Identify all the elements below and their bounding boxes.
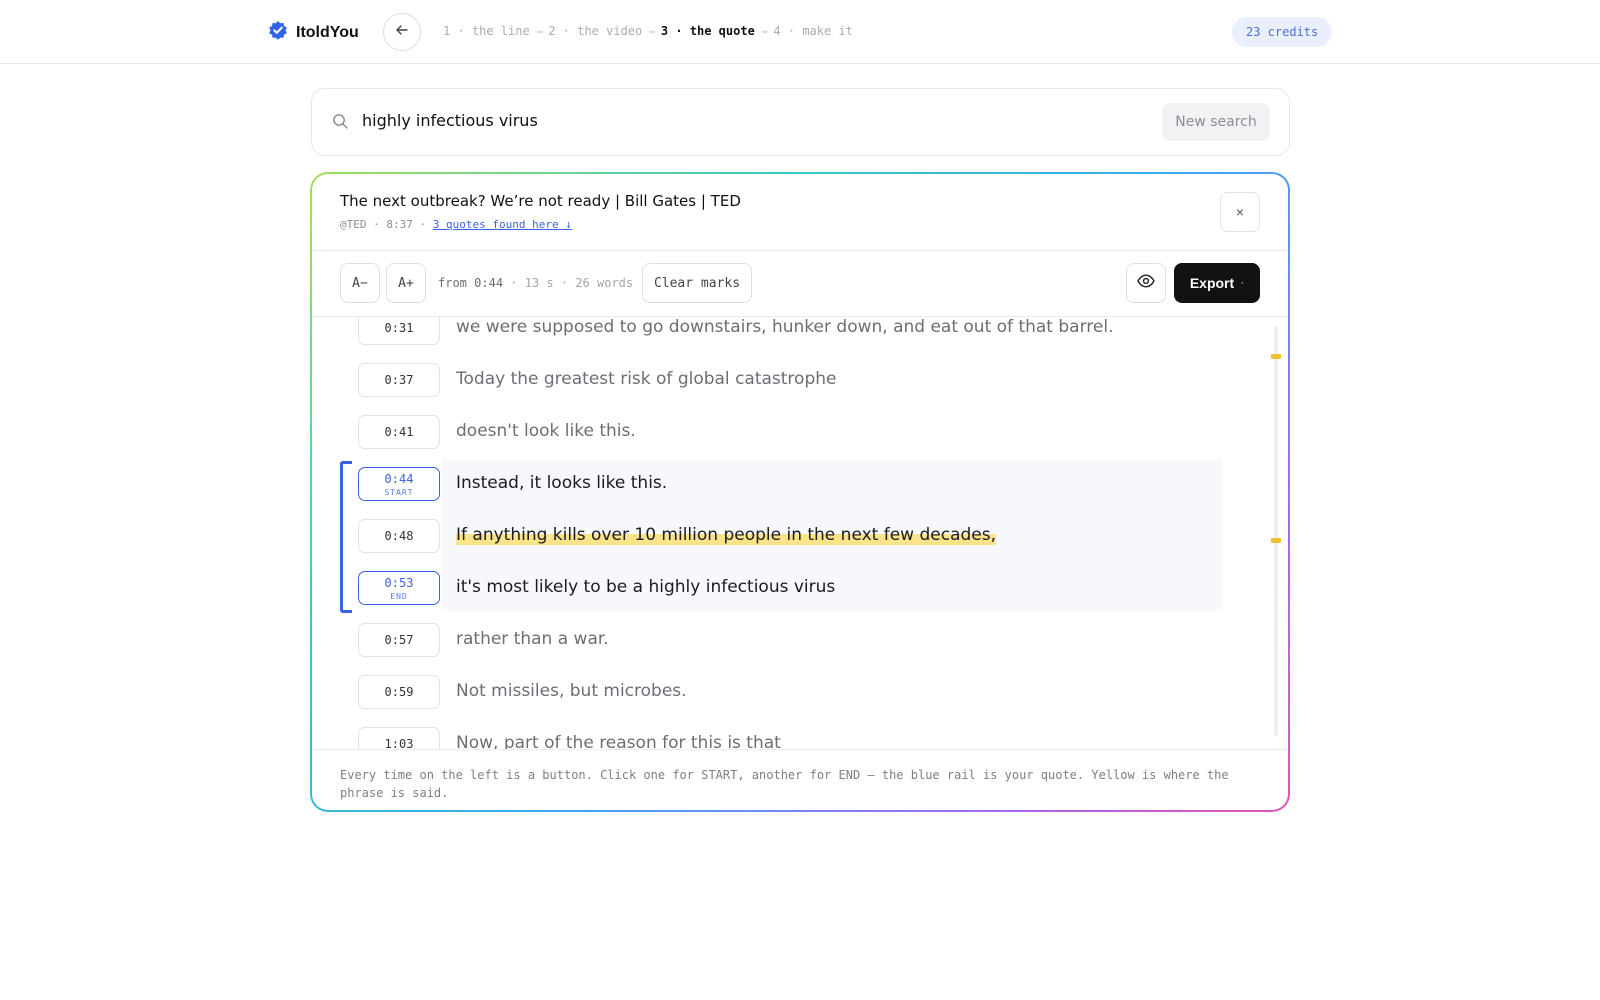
verified-badge-icon <box>268 20 288 45</box>
clear-marks-button[interactable]: Clear marks <box>642 263 752 303</box>
arrow-right-icon: → <box>760 24 768 38</box>
step-breadcrumb: 1 · the line → 2 · the video → 3 · the q… <box>443 24 853 38</box>
transcript-row: 0:53 END it's most likely to be a highly… <box>312 563 1288 615</box>
eye-icon <box>1137 273 1155 293</box>
arrow-right-icon: → <box>648 24 655 38</box>
timestamp-label: 1:03 <box>384 737 414 749</box>
video-meta: @TED · 8:37 · 3 quotes found here ↓ <box>340 218 572 231</box>
timestamp-button[interactable]: 0:37 <box>358 363 440 397</box>
transcript-row: 0:57 rather than a war. <box>312 615 1288 667</box>
scrollbar[interactable] <box>1274 326 1278 736</box>
search-input[interactable]: highly infectious virus <box>362 111 538 130</box>
scrollbar-match-marker <box>1271 354 1281 359</box>
from-time: 0:44 <box>474 276 504 290</box>
end-tag: END <box>390 591 408 601</box>
timestamp-label: 0:53 <box>384 575 414 590</box>
new-search-button[interactable]: New search <box>1162 103 1270 141</box>
timestamp-label: 0:31 <box>384 321 414 335</box>
arrow-right-icon: → <box>535 24 543 38</box>
export-label: Export <box>1189 275 1235 291</box>
step-make-it[interactable]: 4 · make it <box>773 24 852 38</box>
transcript-line: it's most likely to be a highly infectio… <box>456 577 836 597</box>
phrase-highlight: If anything kills over 10 million people… <box>456 525 997 545</box>
transcript-row: 0:44 START Instead, it looks like this. <box>312 459 1288 511</box>
export-button[interactable]: Export · <box>1174 263 1260 303</box>
timestamp-button[interactable]: 0:57 <box>358 623 440 657</box>
timestamp-label: 0:37 <box>384 373 414 387</box>
scrollbar-match-marker <box>1271 538 1281 543</box>
arrow-left-icon <box>395 23 409 42</box>
selection-duration: 13 s <box>524 276 554 290</box>
quote-panel: The next outbreak? We’re not ready | Bil… <box>310 172 1290 812</box>
transcript-row: 0:37 Today the greatest risk of global c… <box>312 355 1288 407</box>
transcript-line: doesn't look like this. <box>456 421 636 441</box>
transcript-row: 0:31 we were supposed to go downstairs, … <box>312 317 1288 355</box>
timestamp-button[interactable]: 0:31 <box>358 317 440 345</box>
transcript-row: 0:48 If anything kills over 10 million p… <box>312 511 1288 563</box>
brand[interactable]: ItoldYou <box>268 20 359 45</box>
transcript-line: Instead, it looks like this. <box>456 473 668 493</box>
timestamp-button[interactable]: 0:59 <box>358 675 440 709</box>
timestamp-button[interactable]: 1:03 <box>358 727 440 749</box>
selection-words: 26 words <box>575 276 634 290</box>
transcript-row: 0:41 doesn't look like this. <box>312 407 1288 459</box>
transcript-list: 0:31 we were supposed to go downstairs, … <box>312 317 1288 749</box>
font-smaller-button[interactable]: A− <box>340 263 380 303</box>
chevron-down-icon: · <box>1241 278 1245 288</box>
back-button[interactable] <box>383 13 421 51</box>
credits-badge[interactable]: 23 credits <box>1232 17 1333 47</box>
help-text: Every time on the left is a button. Clic… <box>340 768 1229 800</box>
timestamp-button[interactable]: 0:41 <box>358 415 440 449</box>
step-line[interactable]: 1 · the line <box>443 24 530 38</box>
timestamp-button-start[interactable]: 0:44 START <box>358 467 440 501</box>
transcript-row: 1:03 Now, part of the reason for this is… <box>312 719 1288 749</box>
step-quote[interactable]: 3 · the quote <box>661 24 755 38</box>
top-bar: ItoldYou 1 · the line → 2 · the video → … <box>0 0 1600 64</box>
video-title: The next outbreak? We’re not ready | Bil… <box>340 192 741 210</box>
timestamp-label: 0:44 <box>384 471 414 486</box>
timestamp-label: 0:59 <box>384 685 414 699</box>
transcript-line: rather than a war. <box>456 629 609 649</box>
quotes-found-link[interactable]: 3 quotes found here ↓ <box>433 218 572 231</box>
timestamp-label: 0:57 <box>384 633 414 647</box>
close-button[interactable]: × <box>1220 192 1260 232</box>
transcript-line: Not missiles, but microbes. <box>456 681 687 701</box>
search-icon <box>332 113 349 135</box>
start-tag: START <box>384 487 414 497</box>
transcript-line: Now, part of the reason for this is that <box>456 733 781 749</box>
timestamp-button-end[interactable]: 0:53 END <box>358 571 440 605</box>
app-name: ItoldYou <box>296 23 359 41</box>
transcript-line: we were supposed to go downstairs, hunke… <box>456 317 1114 337</box>
transcript-row: 0:59 Not missiles, but microbes. <box>312 667 1288 719</box>
video-header: The next outbreak? We’re not ready | Bil… <box>312 174 1288 251</box>
timestamp-button[interactable]: 0:48 <box>358 519 440 553</box>
font-larger-button[interactable]: A+ <box>386 263 426 303</box>
transcript-line: If anything kills over 10 million people… <box>456 525 997 545</box>
selection-info: from 0:44 · 13 s · 26 words <box>438 276 634 290</box>
video-duration: 8:37 <box>386 218 413 231</box>
transcript-line: Today the greatest risk of global catast… <box>456 369 837 389</box>
timestamp-label: 0:48 <box>384 529 414 543</box>
preview-button[interactable] <box>1126 263 1166 303</box>
video-channel: @TED <box>340 218 367 231</box>
step-video[interactable]: 2 · the video <box>548 24 642 38</box>
from-label: from <box>438 276 467 290</box>
timestamp-label: 0:41 <box>384 425 414 439</box>
search-bar: highly infectious virus New search <box>311 88 1290 156</box>
transcript-toolbar: A− A+ from 0:44 · 13 s · 26 words Clear … <box>312 251 1288 317</box>
help-footer: Every time on the left is a button. Clic… <box>312 749 1288 810</box>
